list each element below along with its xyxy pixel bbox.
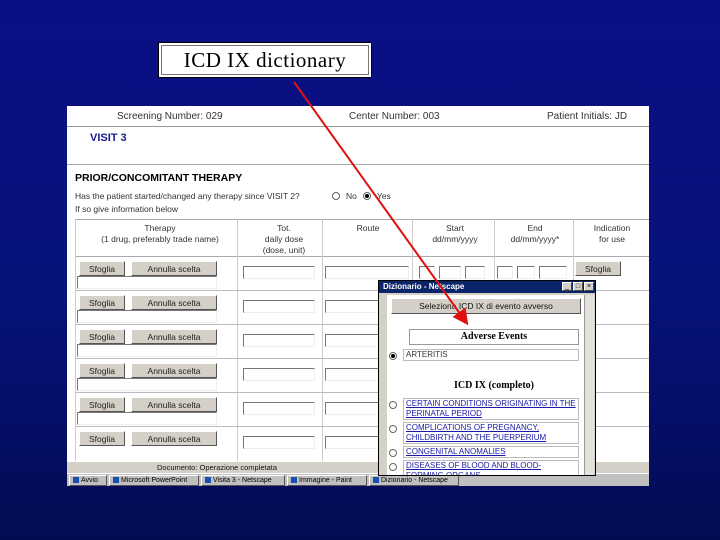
arrow-line <box>293 81 469 326</box>
callout-arrow <box>293 81 469 326</box>
